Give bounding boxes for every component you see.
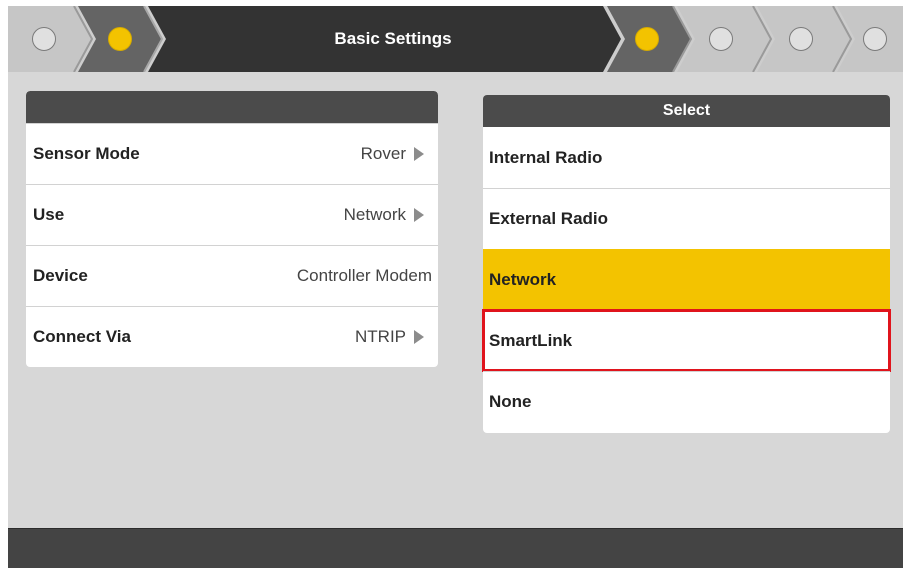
arrow-right-icon [414, 330, 424, 344]
setting-row-device: Device Controller Modem [26, 245, 438, 306]
option-network[interactable]: Network [483, 249, 890, 310]
option-smartlink[interactable]: SmartLink [482, 309, 891, 372]
settings-panel-header [26, 91, 438, 123]
setting-row-use[interactable]: Use Network [26, 184, 438, 245]
page-title: Basic Settings [334, 29, 452, 48]
bottom-toolbar [8, 528, 903, 568]
setting-value: Network [343, 205, 406, 224]
step-dot-icon[interactable] [709, 27, 733, 51]
arrow-right-icon [414, 208, 424, 222]
step-dot-icon[interactable] [863, 27, 887, 51]
setting-label: Sensor Mode [33, 144, 140, 163]
step-dot-icon[interactable] [789, 27, 813, 51]
step-dot-icon[interactable] [108, 27, 132, 51]
setting-value: Rover [360, 144, 406, 163]
setting-row-sensor-mode[interactable]: Sensor Mode Rover [26, 123, 438, 184]
select-panel: Select Internal Radio External Radio Net… [482, 95, 891, 433]
setting-value: Controller Modem [296, 266, 432, 285]
option-external-radio[interactable]: External Radio [483, 188, 890, 249]
step-dot-icon[interactable] [32, 27, 56, 51]
setting-row-connect-via[interactable]: Connect Via NTRIP [26, 306, 438, 367]
settings-panel: Sensor Mode Rover Use Network Device Con… [26, 91, 438, 367]
select-panel-header: Select [483, 95, 890, 127]
setting-value: NTRIP [355, 327, 406, 346]
wizard-step-bar: Basic Settings [8, 6, 903, 72]
app-frame: Basic Settings Sensor Mode Rover Use Net… [8, 6, 903, 568]
option-internal-radio[interactable]: Internal Radio [483, 127, 890, 188]
setting-label: Connect Via [33, 327, 131, 346]
step-dot-icon[interactable] [635, 27, 659, 51]
setting-label: Use [33, 205, 65, 224]
option-none[interactable]: None [483, 371, 890, 432]
setting-label: Device [33, 266, 88, 285]
arrow-right-icon [414, 147, 424, 161]
